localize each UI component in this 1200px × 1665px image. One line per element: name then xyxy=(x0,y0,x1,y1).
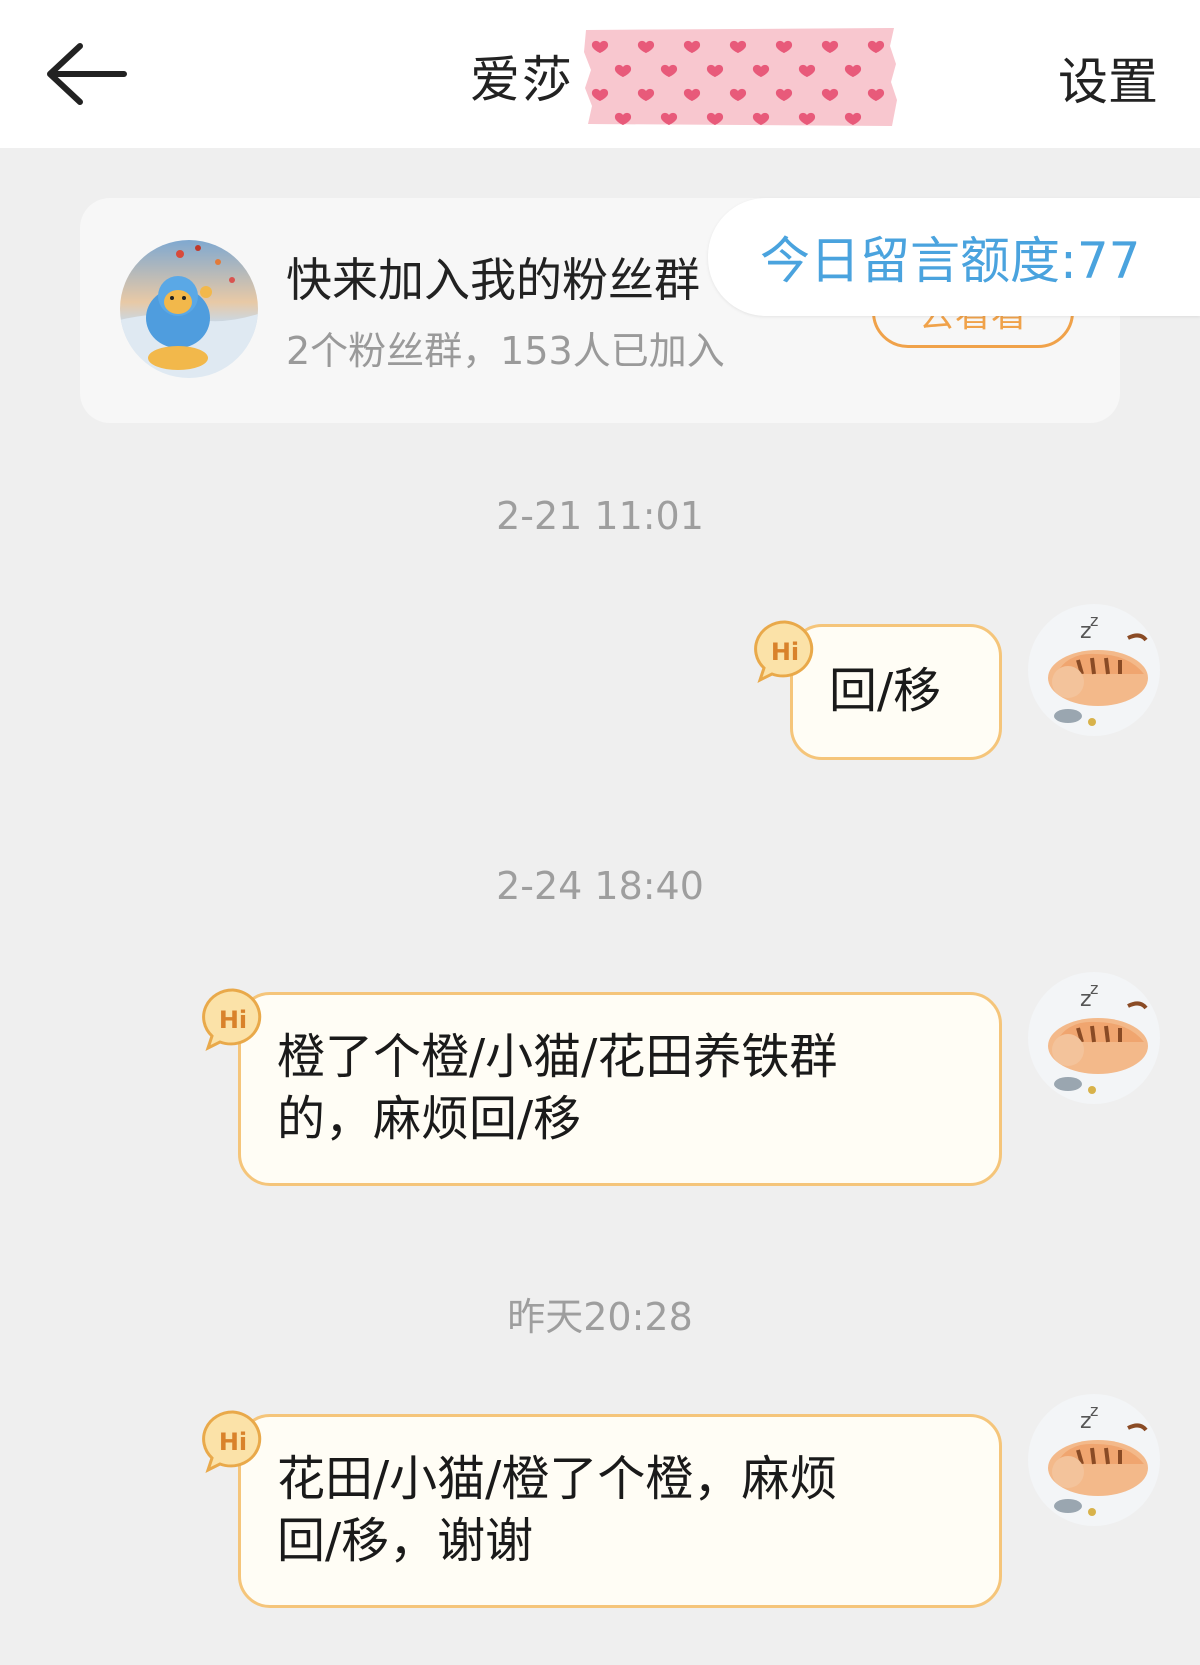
user-avatar[interactable]: z z xyxy=(1028,972,1160,1104)
user-avatar[interactable]: z z xyxy=(1028,604,1160,736)
svg-text:z: z xyxy=(1090,611,1098,630)
svg-text:Hi: Hi xyxy=(219,1428,247,1456)
arrow-left-icon xyxy=(47,43,127,105)
chat-bubble[interactable]: 花田/小猫/橙了个橙，麻烦 回/移，谢谢 xyxy=(238,1414,1002,1608)
message-text-line: 花田/小猫/橙了个橙，麻烦 xyxy=(277,1451,838,1507)
user-avatar[interactable]: z z xyxy=(1028,1394,1160,1526)
hi-speech-badge-icon: Hi xyxy=(202,988,262,1051)
svg-text:z: z xyxy=(1090,1401,1098,1420)
fan-group-title: 快来加入我的粉丝群 xyxy=(286,253,700,307)
chat-screen: 爱莎 设置 快来加入我的粉丝群 2个粉丝群，153人已加入 今日留言额度:77 … xyxy=(0,0,1200,1665)
chat-bubble[interactable]: 橙了个橙/小猫/花田养铁群 的，麻烦回/移 xyxy=(238,992,1002,1186)
message-text-line: 回/移，谢谢 xyxy=(277,1513,534,1569)
heart-masking-tape-icon xyxy=(584,28,897,126)
svg-text:Hi: Hi xyxy=(219,1006,247,1034)
page-title: 爱莎 xyxy=(470,51,574,109)
daily-quota-badge: 今日留言额度:77 xyxy=(708,198,1200,316)
svg-text:Hi: Hi xyxy=(771,638,799,666)
hi-speech-badge-icon: Hi xyxy=(754,620,814,683)
message-timestamp: 昨天20:28 xyxy=(507,1295,693,1339)
message-text: 回/移 xyxy=(829,663,942,719)
message-text-line: 的，麻烦回/移 xyxy=(277,1091,582,1147)
message-timestamp: 2-21 11:01 xyxy=(496,494,704,538)
page-title-wrap: 爱莎 xyxy=(470,26,574,126)
message-text-line: 橙了个橙/小猫/花田养铁群 xyxy=(277,1029,838,1085)
svg-text:z: z xyxy=(1090,979,1098,998)
settings-button[interactable]: 设置 xyxy=(1058,42,1158,114)
daily-quota-text: 今日留言额度:77 xyxy=(760,232,1141,290)
fan-group-avatar xyxy=(120,240,258,378)
chat-bubble[interactable]: 回/移 xyxy=(790,624,1002,760)
message-timestamp: 2-24 18:40 xyxy=(496,864,704,908)
hi-speech-badge-icon: Hi xyxy=(202,1410,262,1473)
top-bar: 爱莎 设置 xyxy=(0,0,1200,148)
back-button[interactable] xyxy=(40,36,136,112)
fan-group-subtitle: 2个粉丝群，153人已加入 xyxy=(286,329,725,373)
